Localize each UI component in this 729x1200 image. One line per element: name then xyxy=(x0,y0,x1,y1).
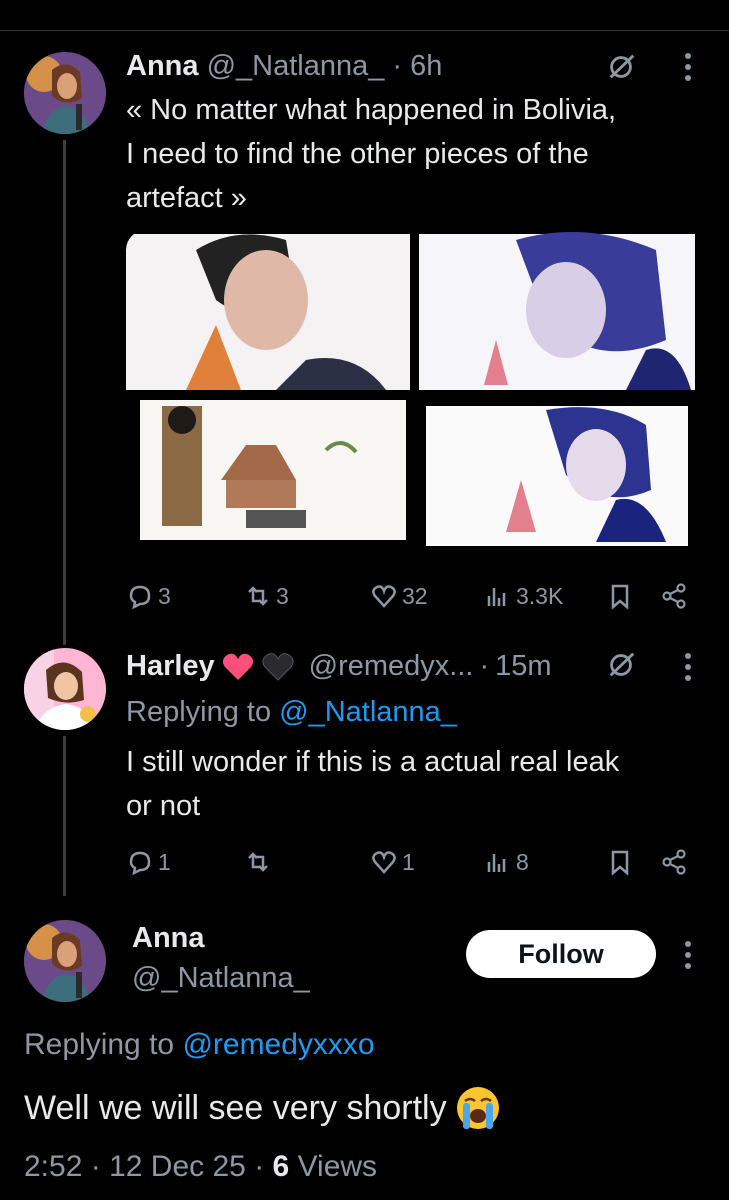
more-options-icon[interactable] xyxy=(674,50,702,84)
repost-button[interactable]: 3 xyxy=(244,576,289,616)
repost-icon xyxy=(248,852,268,872)
avatar[interactable] xyxy=(24,648,106,730)
replying-prefix: Replying to xyxy=(126,696,272,728)
reply-count: 3 xyxy=(158,582,171,609)
separator: · xyxy=(254,1150,265,1183)
views-count: 6 xyxy=(272,1150,290,1183)
handle[interactable]: @remedyx... xyxy=(309,650,474,683)
post-text-line: « No matter what happened in Bolivia, xyxy=(126,94,617,126)
replying-to: Replying to @remedyxxxo xyxy=(24,1028,375,1062)
post-actions: 1 1 8 xyxy=(126,842,696,882)
mention-link[interactable]: @_Natlanna_ xyxy=(279,696,457,728)
post-meta: 2:52 · 12 Dec 25 · 6 Views xyxy=(24,1150,377,1184)
thread-line xyxy=(63,140,66,645)
handle[interactable]: @_Natlanna_ xyxy=(207,50,385,82)
handle[interactable]: @_Natlanna_ xyxy=(132,962,310,995)
post-text-line: I need to find the other pieces of the xyxy=(126,138,589,170)
post-text: « No matter what happened in Bolivia, I … xyxy=(126,88,616,220)
reply-button[interactable]: 3 xyxy=(126,576,171,616)
reply-icon xyxy=(129,851,151,876)
views-button[interactable]: 8 xyxy=(484,842,529,882)
views-icon xyxy=(487,588,506,606)
avatar[interactable] xyxy=(24,52,106,134)
post-text-line: artefact » xyxy=(126,182,247,214)
post-date: 12 Dec 25 xyxy=(109,1150,246,1183)
reply-count: 1 xyxy=(158,848,171,875)
views-button[interactable]: 3.3K xyxy=(484,576,563,616)
loudly-crying-face-icon xyxy=(456,1087,499,1129)
repost-count: 3 xyxy=(276,582,289,609)
follow-button[interactable]: Follow xyxy=(466,930,656,978)
heart-icon xyxy=(372,851,396,874)
display-name[interactable]: Anna xyxy=(132,922,205,955)
post-text: Well we will see very shortly xyxy=(24,1085,501,1131)
heart-icon xyxy=(372,585,396,608)
bookmark-icon xyxy=(611,584,629,610)
replying-prefix: Replying to xyxy=(24,1028,175,1061)
reply-icon xyxy=(129,585,151,610)
post-time: 2:52 xyxy=(24,1150,83,1183)
post-text-line: or not xyxy=(126,790,201,822)
views-label: Views xyxy=(297,1150,378,1183)
post-text-line: I still wonder if this is a actual real … xyxy=(126,746,620,778)
reply-button[interactable]: 1 xyxy=(126,842,171,882)
separator: · xyxy=(479,650,490,682)
pink-heart-icon xyxy=(222,653,253,680)
like-count: 32 xyxy=(402,582,428,609)
like-count: 1 xyxy=(402,848,415,875)
replying-to: Replying to @_Natlanna_ xyxy=(126,696,457,729)
like-button[interactable]: 1 xyxy=(370,842,415,882)
bookmark-button[interactable] xyxy=(606,576,634,616)
post-header: Anna @_Natlanna_ · 6h xyxy=(126,50,442,83)
like-button[interactable]: 32 xyxy=(370,576,428,616)
separator: · xyxy=(392,50,403,82)
share-button[interactable] xyxy=(660,842,688,882)
repost-icon xyxy=(248,586,268,606)
post-text-line: Well we will see very shortly xyxy=(24,1088,447,1127)
share-icon xyxy=(662,583,686,609)
bookmark-button[interactable] xyxy=(606,842,634,882)
post-image[interactable] xyxy=(126,230,704,560)
views-icon xyxy=(487,854,506,872)
views-count: 3.3K xyxy=(516,582,564,609)
post-actions: 3 3 32 3.3K xyxy=(126,576,696,616)
display-name[interactable]: Harley xyxy=(126,650,215,683)
mention-link[interactable]: @remedyxxxo xyxy=(182,1028,374,1061)
display-name[interactable]: Anna xyxy=(126,50,199,82)
avatar[interactable] xyxy=(24,920,106,1002)
grok-icon[interactable] xyxy=(604,648,638,682)
black-heart-icon xyxy=(262,652,294,681)
timestamp[interactable]: 15m xyxy=(495,650,551,683)
post-header: Harley @remedyx... · 15m xyxy=(126,650,552,683)
top-divider xyxy=(0,30,729,31)
post-text: I still wonder if this is a actual real … xyxy=(126,740,619,828)
share-icon xyxy=(662,849,686,875)
timestamp[interactable]: 6h xyxy=(410,50,442,82)
more-options-icon[interactable] xyxy=(674,938,702,972)
grok-icon[interactable] xyxy=(604,50,638,84)
separator: · xyxy=(90,1150,101,1183)
thread-line xyxy=(63,736,66,896)
more-options-icon[interactable] xyxy=(674,650,702,684)
views-count: 8 xyxy=(516,848,529,875)
bookmark-icon xyxy=(611,850,629,876)
share-button[interactable] xyxy=(660,576,688,616)
repost-button[interactable] xyxy=(244,842,276,882)
